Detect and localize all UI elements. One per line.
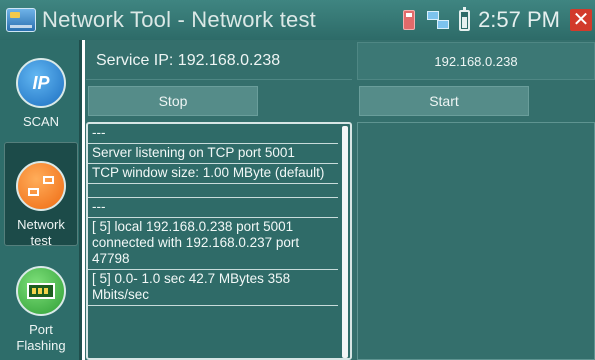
- sidebar-item-label: Port Flashing: [16, 322, 66, 353]
- sidebar-item-label: Network test: [17, 217, 65, 248]
- stop-button[interactable]: Stop: [88, 86, 258, 116]
- log-line: [ 5] local 192.168.0.238 port 5001 conne…: [88, 218, 338, 270]
- sidebar-item-network-test[interactable]: Network test: [4, 142, 78, 248]
- log-line: Server listening on TCP port 5001: [88, 144, 338, 164]
- log-line: [88, 184, 338, 198]
- status-area: 2:57 PM ✕: [403, 0, 595, 40]
- sidebar-item-label: SCAN: [22, 114, 60, 129]
- log-line: ---: [88, 198, 338, 218]
- window-title: Network Tool - Network test: [42, 7, 316, 32]
- log-line: TCP window size: 1.00 MByte (default): [88, 164, 338, 184]
- network-status-icon: [427, 11, 450, 29]
- sidebar-item-port-flashing[interactable]: Port Flashing: [4, 254, 78, 360]
- title-bar: Network Tool - Network test 2:57 PM ✕: [0, 0, 595, 40]
- log-line: [ 5] 0.0- 1.0 sec 42.7 MBytes 358 Mbits/…: [88, 270, 338, 306]
- sidebar-item-scan[interactable]: IP SCAN: [4, 44, 78, 138]
- close-icon[interactable]: ✕: [570, 9, 592, 31]
- sidebar: IP SCAN Network test Port Flashing: [0, 40, 82, 360]
- port-flashing-icon: [16, 266, 66, 316]
- main-panel: Service IP: 192.168.0.238 192.168.0.238 …: [85, 40, 595, 360]
- log-line: ---: [88, 124, 338, 144]
- lan-icon: [16, 161, 66, 211]
- log-scrollbar[interactable]: [342, 126, 348, 358]
- sd-card-icon: [403, 10, 416, 30]
- start-button[interactable]: Start: [359, 86, 529, 116]
- network-tool-app-icon: [6, 8, 36, 32]
- service-ip-label: Service IP: 192.168.0.238: [86, 42, 352, 80]
- battery-icon: [459, 6, 471, 31]
- server-log-pane[interactable]: --- Server listening on TCP port 5001 TC…: [86, 122, 352, 360]
- ip-scan-icon: IP: [16, 58, 66, 108]
- target-ip-field[interactable]: 192.168.0.238: [357, 42, 595, 80]
- clock: 2:57 PM: [478, 7, 560, 32]
- client-log-pane[interactable]: [357, 122, 595, 360]
